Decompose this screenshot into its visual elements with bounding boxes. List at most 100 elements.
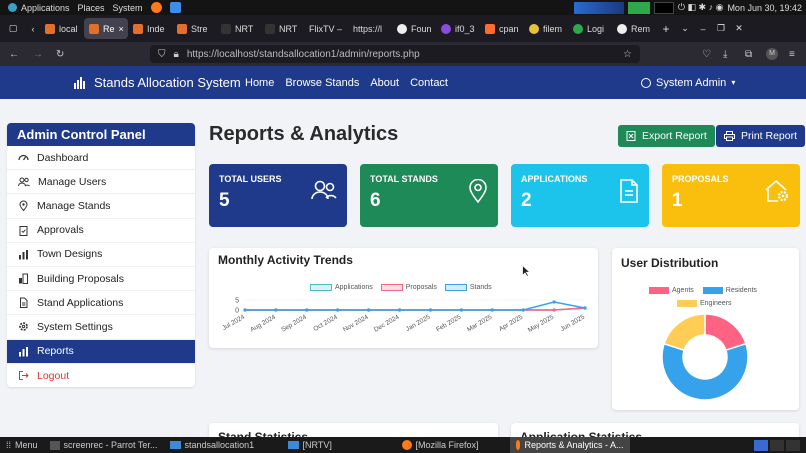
browser-tab[interactable]: NRT	[216, 18, 260, 39]
sidebar-item-stand-applications[interactable]: Stand Applications	[7, 291, 195, 316]
data-point	[459, 308, 463, 312]
taskbar-item[interactable]: [NRTV]	[282, 437, 396, 453]
taskbar-item[interactable]: [Mozilla Firefox]	[396, 437, 510, 453]
site-navbar: Stands Allocation System Home Browse Sta…	[0, 66, 806, 99]
browser-tab[interactable]: NRT	[260, 18, 304, 39]
browser-tab[interactable]: Inde	[128, 18, 172, 39]
browser-tab[interactable]: FlixTV –	[304, 18, 348, 39]
browser-tab[interactable]: https://l	[348, 18, 392, 39]
menu-grid-icon: ⁞⁞	[6, 440, 12, 450]
sidebar-item-manage-users[interactable]: Manage Users	[7, 170, 195, 195]
sidebar-item-manage-stands[interactable]: Manage Stands	[7, 194, 195, 219]
x-tick-label: Jun 2025	[559, 313, 586, 333]
close-window-icon[interactable]: ✕	[730, 23, 748, 34]
series-line	[245, 301, 586, 311]
lock-icon: 🔒︎	[173, 48, 179, 60]
taskbar-item[interactable]: screenrec - Parrot Ter...	[44, 437, 164, 453]
x-tick-label: Feb 2025	[435, 313, 463, 333]
sidebar-item-reports[interactable]: Reports	[7, 339, 195, 364]
tab-list-icon[interactable]: ⌄	[676, 23, 694, 34]
export-report-button[interactable]: Export Report	[618, 125, 715, 147]
close-tab-icon[interactable]: ×	[119, 24, 124, 34]
pocket-icon[interactable]: ♡	[702, 49, 711, 60]
file-excel-icon	[626, 131, 636, 141]
browser-tab[interactable]: if0_3	[436, 18, 480, 39]
data-point	[583, 306, 587, 310]
browser-tab[interactable]: Rem	[612, 18, 656, 39]
user-menu[interactable]: System Admin ▾	[641, 77, 735, 89]
workspace-2[interactable]	[770, 439, 784, 451]
terminal-icon	[49, 440, 60, 450]
firefox-launcher-icon[interactable]	[150, 2, 162, 13]
bar-chart-icon	[19, 346, 28, 357]
taskbar-menu[interactable]: ⁞⁞ Menu	[0, 437, 44, 453]
bookmark-star-icon[interactable]: ☆	[623, 49, 632, 60]
browser-tab[interactable]: Logi	[568, 18, 612, 39]
y-tick-label: 5	[235, 298, 239, 305]
maximize-window-icon[interactable]: ❐	[712, 23, 730, 34]
account-icon[interactable]: M	[766, 48, 778, 60]
y-tick-label: 0	[235, 308, 239, 315]
taskbar-item-active[interactable]: Reports & Analytics - A...	[509, 437, 630, 453]
browser-tab[interactable]: cpan	[480, 18, 524, 39]
x-tick-label: Jul 2024	[221, 313, 246, 332]
sidebar-item-dashboard[interactable]: Dashboard	[7, 146, 195, 171]
favicon-icon	[265, 23, 275, 34]
nav-home[interactable]: Home	[245, 77, 274, 89]
back-icon[interactable]: ←	[9, 49, 19, 60]
tab-scroll-left-icon[interactable]: ‹	[26, 24, 40, 34]
workspace-1[interactable]	[754, 439, 768, 451]
site-brand[interactable]: Stands Allocation System	[73, 75, 241, 90]
folder-icon	[169, 441, 181, 449]
browser-tab[interactable]: Stre	[172, 18, 216, 39]
nav-browse-stands[interactable]: Browse Stands	[285, 77, 359, 89]
applications-menu[interactable]: Applications	[8, 3, 70, 13]
workspace-switcher[interactable]	[748, 437, 806, 453]
tab-overview-icon[interactable]: ▢	[0, 23, 26, 34]
cpu-graph-icon	[573, 1, 624, 14]
mem-graph-icon	[653, 1, 674, 14]
minimize-window-icon[interactable]: –	[694, 24, 712, 34]
sidebar-item-town-designs[interactable]: Town Designs	[7, 243, 195, 267]
favicon-icon	[133, 23, 143, 34]
os-top-bar: Applications Places System ⏻ ◧ ✱ ♪ ◉ Mon…	[0, 0, 806, 15]
browser-tab[interactable]: local	[40, 18, 84, 39]
data-point	[552, 308, 556, 312]
browser-tab[interactable]: filem	[524, 18, 568, 39]
system-menu[interactable]: System	[113, 3, 143, 13]
sidebar-item-approvals[interactable]: Approvals	[7, 219, 195, 243]
app-launcher-icon[interactable]	[169, 2, 181, 13]
clock[interactable]: Mon Jun 30, 19:42	[727, 3, 802, 13]
sidebar-item-building-proposals[interactable]: Building Proposals	[7, 267, 195, 292]
url-text[interactable]: https://localhost/standsallocation1/admi…	[187, 49, 420, 60]
building-logo-icon	[74, 76, 85, 89]
browser-tab-active[interactable]: Re ×	[84, 18, 128, 39]
address-bar[interactable]: ⛉ 🔒︎ https://localhost/standsallocation1…	[150, 45, 640, 63]
data-point	[367, 308, 371, 312]
places-menu[interactable]: Places	[78, 3, 105, 13]
nav-about[interactable]: About	[370, 77, 399, 89]
sidebar-item-system-settings[interactable]: System Settings	[7, 315, 195, 340]
gear-icon	[19, 322, 28, 332]
x-tick-label: Oct 2024	[312, 313, 339, 332]
reload-icon[interactable]: ↻	[56, 49, 64, 60]
menu-icon[interactable]: ≡	[789, 49, 795, 60]
pie-slice	[704, 313, 747, 352]
forward-icon[interactable]: →	[33, 49, 43, 60]
tray-icons[interactable]: ⏻ ◧ ✱ ♪ ◉	[678, 2, 724, 13]
sidebar-title: Admin Control Panel	[7, 123, 195, 146]
chart-icon	[19, 249, 28, 260]
sidebar-item-logout[interactable]: Logout	[7, 364, 195, 387]
nav-contact[interactable]: Contact	[410, 77, 448, 89]
library-icon[interactable]: ⧉	[745, 49, 752, 60]
x-tick-label: May 2025	[527, 313, 556, 334]
taskbar-item[interactable]: standsallocation1	[164, 437, 282, 453]
downloads-icon[interactable]: ⤓	[723, 49, 727, 60]
os-taskbar: ⁞⁞ Menu screenrec - Parrot Ter... standsa…	[0, 437, 806, 453]
browser-tab[interactable]: Foun	[392, 18, 436, 39]
new-tab-button[interactable]: +	[656, 22, 676, 36]
favicon-icon	[89, 23, 99, 34]
workspace-3[interactable]	[786, 439, 800, 451]
clipboard-check-icon	[19, 225, 28, 236]
print-report-button[interactable]: Print Report	[716, 125, 806, 147]
